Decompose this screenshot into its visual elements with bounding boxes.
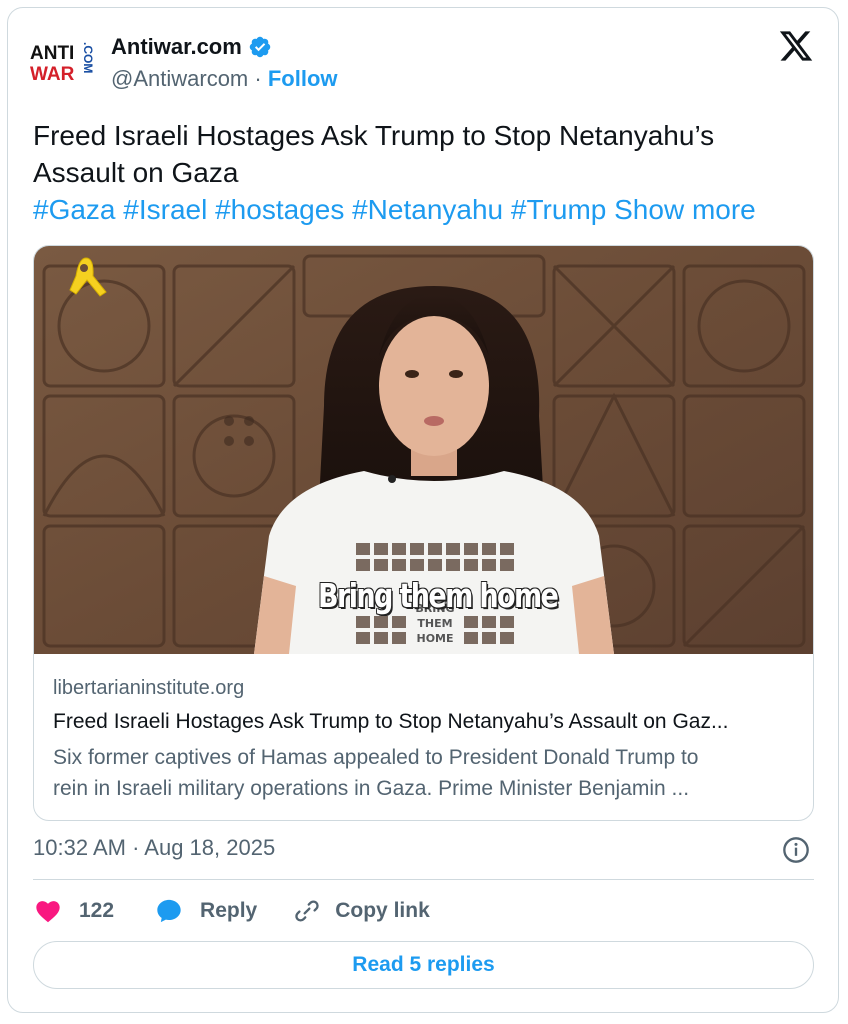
divider [33, 879, 814, 880]
hashtag-israel[interactable]: #Israel [123, 194, 207, 225]
copy-link-button[interactable]: Copy link [293, 897, 430, 925]
author-handle[interactable]: @Antiwarcom [111, 66, 248, 91]
video-caption: Bring them home [318, 576, 559, 615]
card-domain: libertarianinstitute.org [53, 677, 245, 699]
action-bar: 122 Reply Copy link [33, 893, 430, 929]
read-replies-button[interactable]: Read 5 replies [33, 941, 814, 989]
logo-text-side: .COM [81, 42, 95, 73]
shirt-text-3: HOME [416, 632, 453, 645]
hashtag-netanyahu[interactable]: #Netanyahu [352, 194, 503, 225]
card-description-line-1: Six former captives of Hamas appealed to… [53, 746, 699, 769]
reply-bubble-icon [157, 899, 181, 923]
like-count: 122 [79, 899, 115, 922]
card-title: Freed Israeli Hostages Ask Trump to Stop… [53, 710, 729, 733]
x-logo-icon[interactable] [778, 28, 814, 64]
logo-text-top: ANTI [30, 43, 74, 64]
card-description-line-2: rein in Israeli military operations in G… [53, 777, 690, 800]
like-button[interactable]: 122 [33, 897, 114, 925]
hashtag-row: #Gaza #Israel #hostages #Netanyahu #Trum… [33, 191, 813, 228]
tweet-text-line-1: Freed Israeli Hostages Ask Trump to Stop… [33, 120, 715, 151]
hashtag-hostages[interactable]: #hostages [215, 194, 344, 225]
verified-badge-icon [249, 36, 271, 58]
reply-button[interactable]: Reply [154, 897, 257, 925]
hashtag-trump[interactable]: #Trump [511, 194, 606, 225]
author-name[interactable]: Antiwar.com [111, 34, 272, 60]
handle-separator: · [254, 66, 262, 91]
reply-label: Reply [200, 899, 258, 922]
author-handle-row: @Antiwarcom · Follow [111, 66, 338, 92]
heart-icon [36, 901, 60, 923]
card-description: Six former captives of Hamas appealed to… [53, 742, 793, 804]
video-thumbnail[interactable]: BRING THEM HOME Bring them home [34, 246, 813, 654]
logo-text-bottom: WAR [30, 64, 75, 84]
follow-button[interactable]: Follow [268, 66, 338, 91]
tweet-text-line-2: Assault on Gaza [33, 157, 239, 188]
link-icon [295, 900, 319, 922]
hashtag-gaza[interactable]: #Gaza [33, 194, 116, 225]
show-more-link[interactable]: Show more [614, 194, 756, 225]
link-preview-card[interactable]: BRING THEM HOME Bring them home libertar… [33, 245, 814, 821]
antiwar-logo[interactable]: ANTI WAR .COM [30, 40, 100, 84]
info-icon[interactable] [782, 836, 810, 864]
copy-link-label: Copy link [335, 899, 430, 922]
tweet-text: Freed Israeli Hostages Ask Trump to Stop… [33, 117, 813, 228]
author-name-text[interactable]: Antiwar.com [111, 34, 242, 60]
shirt-text-2: THEM [417, 617, 452, 630]
tweet-timestamp[interactable]: 10:32 AM · Aug 18, 2025 [33, 835, 275, 861]
